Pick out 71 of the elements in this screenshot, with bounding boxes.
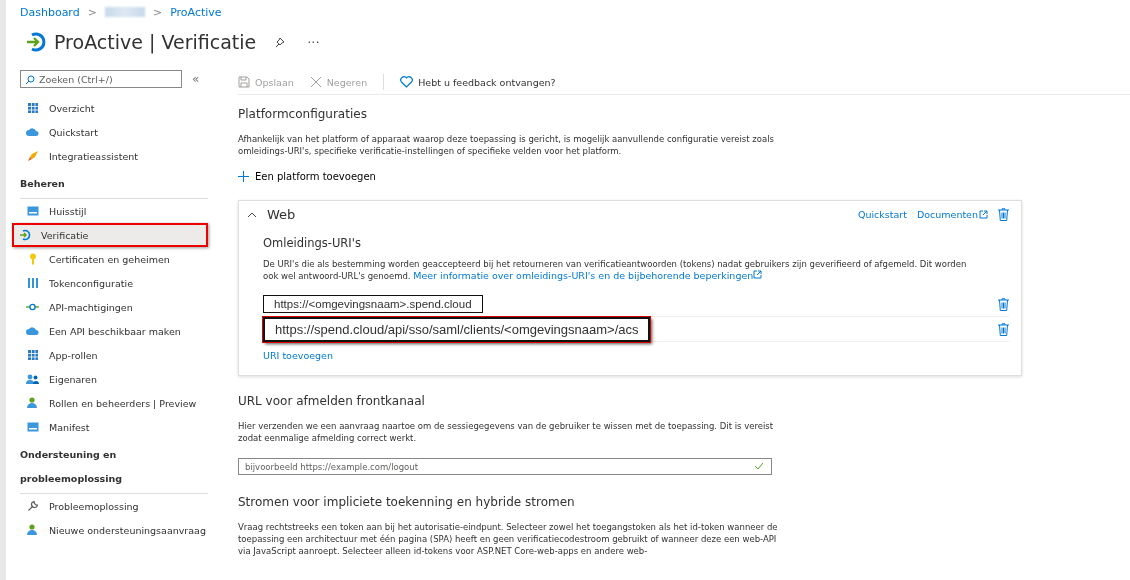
- heart-icon: [400, 76, 414, 88]
- external-link-icon: [979, 210, 988, 219]
- nav-item[interactable]: Overzicht: [20, 96, 220, 120]
- pin-icon[interactable]: [274, 36, 286, 48]
- nav-item[interactable]: Certificaten en geheimen: [20, 247, 220, 271]
- card-icon: [26, 422, 39, 432]
- nav-section-heading: Beheren: [20, 168, 208, 199]
- cloud-icon: [26, 127, 39, 137]
- external-link-icon: [753, 270, 763, 279]
- quickstart-link[interactable]: Quickstart: [857, 209, 907, 220]
- person-icon: [26, 397, 39, 409]
- collapse-button[interactable]: «: [192, 72, 200, 86]
- nav-item[interactable]: Quickstart: [20, 120, 220, 144]
- breadcrumb-separator: >: [152, 5, 163, 19]
- nav-item[interactable]: Verificatie: [12, 223, 208, 247]
- trash-icon[interactable]: [998, 297, 1009, 311]
- more-info-link[interactable]: Meer informatie over omleidings-URI's en de bijbehorende beperkingen: [413, 270, 754, 281]
- search-field[interactable]: Zoeken (Ctrl+/): [20, 70, 182, 88]
- platform-title: Web: [267, 207, 296, 222]
- chevron-icon[interactable]: [247, 211, 257, 218]
- save-icon: [238, 76, 250, 88]
- page-title: ProActive | Verificatie: [54, 31, 257, 53]
- redirect-uri-field[interactable]: https://spend.cloud/api/sso/saml/clients/<omgevingsnaam>/acs: [263, 316, 651, 342]
- rocket-icon: [26, 150, 39, 162]
- nav-item[interactable]: Een API beschikbaar maken: [20, 319, 220, 343]
- nav-item[interactable]: Eigenaren: [20, 367, 220, 391]
- breadcrumb-link[interactable]: ProActive: [170, 5, 222, 19]
- grid-icon: [26, 102, 39, 114]
- section-description: Hier verzenden we een aanvraag naartoe om de sessiegegevens van de gebruiker te wissen met de toepassing. Dit is vereist zodat eenmalige afmelding correct werkt.: [238, 420, 775, 444]
- arrow-circle-icon: [18, 229, 31, 241]
- add-uri-link[interactable]: URI toevoegen: [263, 350, 333, 361]
- add-platform-button[interactable]: Een platform toevoegen: [238, 171, 1130, 182]
- trash-icon[interactable]: [998, 322, 1009, 336]
- nav-item[interactable]: Huisstijl: [20, 199, 220, 223]
- nav-item[interactable]: Tokenconfiguratie: [20, 271, 220, 295]
- search-icon: [25, 75, 35, 85]
- nav-item[interactable]: API-machtigingen: [20, 295, 220, 319]
- more-button[interactable]: ···: [307, 34, 320, 50]
- redacted-mark: [104, 7, 145, 17]
- nav-item[interactable]: Nieuwe ondersteuningsaanvraag: [20, 518, 220, 542]
- bars-icon: [26, 277, 39, 289]
- nav-item[interactable]: App-rollen: [20, 343, 220, 367]
- section-heading: Stromen voor impliciete toekenning en hybride stromen: [238, 495, 576, 509]
- trash-icon[interactable]: [998, 208, 1009, 221]
- cloud-icon: [26, 326, 39, 336]
- card-icon: [26, 206, 39, 216]
- section-description: Vraag rechtstreeks een token aan bij het autorisatie-eindpunt. Selecteer zowel het toegangstoken als het id-token wanneer de toepassing een architectuur met één pagina (SPA) heeft en geen verificatiecodestroom gebruikt of wanneer deze een web-API via JavaScript aanroept. Selecteer alleen id-tokens voor ASP.NET Core-web-apps en andere web-: [238, 521, 779, 557]
- nav-item[interactable]: Manifest: [20, 415, 220, 439]
- app-logo-icon: [26, 32, 46, 52]
- plus-icon: [238, 171, 249, 182]
- subsection-heading: Omleidings-URI's: [263, 236, 362, 250]
- close-icon: [309, 76, 322, 88]
- section-description: Afhankelijk van het platform of apparaat waarop deze toepassing is gericht, is mogelijk aanvullende configuratie vereist zoals omleidings-URI's, specifieke verificatie-instellingen of specifieke velden voor het platform.: [238, 133, 775, 157]
- nav-item[interactable]: Rollen en beheerders | Preview: [20, 391, 220, 415]
- section-heading: URL voor afmelden frontkanaal: [238, 394, 426, 408]
- nav-item[interactable]: Probleemoplossing: [20, 494, 220, 518]
- uri-description: De URI's die als bestemming worden geaccepteerd bij het retourneren van verificatieantwoorden (tokens) nadat gebruikers zijn geverifieerd of afgemeld. Dit worden ook wel antwoord-URL's genoemd. Meer informatie over omleidings-URI's en de bijbehorende beperkingen: [263, 258, 968, 282]
- breadcrumb-link[interactable]: Dashboard: [20, 5, 80, 19]
- person-icon: [26, 524, 39, 536]
- link-icon: [26, 303, 39, 311]
- section-heading: Platformconfiguraties: [238, 107, 368, 121]
- logout-url-field[interactable]: bijvoorbeeld https://example.com/logout: [238, 458, 772, 475]
- nav-item[interactable]: Integratieassistent: [20, 144, 220, 168]
- grid-icon: [26, 349, 39, 361]
- wrench-icon: [26, 500, 39, 512]
- people-icon: [26, 373, 39, 385]
- redirect-uri-field[interactable]: https://<omgevingsnaam>.spend.cloud: [263, 295, 483, 313]
- nav-section-heading: Ondersteuning en probleemoplossing: [20, 439, 208, 494]
- breadcrumb-separator: >: [87, 5, 97, 19]
- docs-link[interactable]: Documenten: [916, 209, 978, 220]
- toolbar-button[interactable]: Hebt u feedback ontvangen?: [400, 76, 556, 88]
